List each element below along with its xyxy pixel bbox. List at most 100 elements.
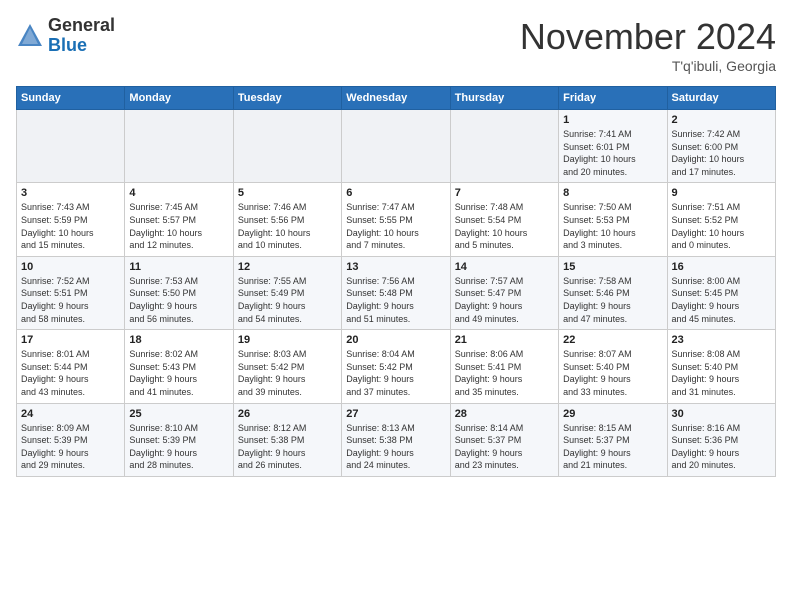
day-info: Sunrise: 8:00 AM Sunset: 5:45 PM Dayligh…	[672, 275, 771, 325]
day-info: Sunrise: 8:03 AM Sunset: 5:42 PM Dayligh…	[238, 348, 337, 398]
logo-text: General Blue	[48, 16, 115, 56]
calendar-day: 28 Sunrise: 8:14 AM Sunset: 5:37 PM Dayli…	[450, 403, 558, 476]
day-info: Sunrise: 7:56 AM Sunset: 5:48 PM Dayligh…	[346, 275, 445, 325]
day-info: Sunrise: 7:45 AM Sunset: 5:57 PM Dayligh…	[129, 201, 228, 251]
day-number: 14	[455, 261, 554, 273]
calendar-day: 11Sunrise: 7:53 AM Sunset: 5:50 PM Dayli…	[125, 256, 233, 329]
weekday-header-friday: Friday	[559, 87, 667, 110]
day-info: Sunrise: 8:08 AM Sunset: 5:40 PM Dayligh…	[672, 348, 771, 398]
title-block: November 2024 T'q'ibuli, Georgia	[520, 16, 776, 74]
day-info: Sunrise: 8:12 AM Sunset: 5:38 PM Dayligh…	[238, 422, 337, 472]
day-info: Sunrise: 8:14 AM Sunset: 5:37 PM Dayligh…	[455, 422, 554, 472]
weekday-header-saturday: Saturday	[667, 87, 775, 110]
day-number: 8	[563, 187, 662, 199]
calendar-day: 15 Sunrise: 7:58 AM Sunset: 5:46 PM Dayli…	[559, 256, 667, 329]
logo-blue: Blue	[48, 36, 115, 56]
calendar-day	[342, 110, 450, 183]
day-number: 5	[238, 187, 337, 199]
calendar-body: 1 Sunrise: 7:41 AM Sunset: 6:01 PM Daylig…	[17, 110, 776, 477]
calendar-day: 8 Sunrise: 7:50 AM Sunset: 5:53 PM Daylig…	[559, 183, 667, 256]
calendar-week-1: 1 Sunrise: 7:41 AM Sunset: 6:01 PM Daylig…	[17, 110, 776, 183]
calendar-day: 4 Sunrise: 7:45 AM Sunset: 5:57 PM Daylig…	[125, 183, 233, 256]
weekday-header-tuesday: Tuesday	[233, 87, 341, 110]
calendar-day: 30Sunrise: 8:16 AM Sunset: 5:36 PM Dayli…	[667, 403, 775, 476]
day-number: 10	[21, 261, 120, 273]
day-number: 12	[238, 261, 337, 273]
day-number: 27	[346, 408, 445, 420]
day-number: 6	[346, 187, 445, 199]
calendar-day: 21Sunrise: 8:06 AM Sunset: 5:41 PM Dayli…	[450, 330, 558, 403]
calendar-day: 3 Sunrise: 7:43 AM Sunset: 5:59 PM Daylig…	[17, 183, 125, 256]
day-number: 25	[129, 408, 228, 420]
calendar-day	[125, 110, 233, 183]
day-info: Sunrise: 7:46 AM Sunset: 5:56 PM Dayligh…	[238, 201, 337, 251]
day-info: Sunrise: 8:07 AM Sunset: 5:40 PM Dayligh…	[563, 348, 662, 398]
day-info: Sunrise: 7:58 AM Sunset: 5:46 PM Dayligh…	[563, 275, 662, 325]
logo-icon	[16, 22, 44, 50]
day-number: 20	[346, 334, 445, 346]
day-info: Sunrise: 8:04 AM Sunset: 5:42 PM Dayligh…	[346, 348, 445, 398]
day-info: Sunrise: 7:50 AM Sunset: 5:53 PM Dayligh…	[563, 201, 662, 251]
logo: General Blue	[16, 16, 115, 56]
day-number: 30	[672, 408, 771, 420]
day-number: 16	[672, 261, 771, 273]
day-number: 18	[129, 334, 228, 346]
day-number: 23	[672, 334, 771, 346]
calendar-day: 10 Sunrise: 7:52 AM Sunset: 5:51 PM Dayli…	[17, 256, 125, 329]
calendar-day: 23 Sunrise: 8:08 AM Sunset: 5:40 PM Dayli…	[667, 330, 775, 403]
day-info: Sunrise: 7:43 AM Sunset: 5:59 PM Dayligh…	[21, 201, 120, 251]
calendar-day: 2Sunrise: 7:42 AM Sunset: 6:00 PM Daylig…	[667, 110, 775, 183]
day-number: 24	[21, 408, 120, 420]
calendar-week-4: 17 Sunrise: 8:01 AM Sunset: 5:44 PM Dayli…	[17, 330, 776, 403]
calendar-day: 18 Sunrise: 8:02 AM Sunset: 5:43 PM Dayli…	[125, 330, 233, 403]
month-title: November 2024	[520, 16, 776, 58]
day-number: 2	[672, 114, 771, 126]
day-number: 28	[455, 408, 554, 420]
day-number: 9	[672, 187, 771, 199]
weekday-header-sunday: Sunday	[17, 87, 125, 110]
calendar-day: 19Sunrise: 8:03 AM Sunset: 5:42 PM Dayli…	[233, 330, 341, 403]
calendar-day: 1 Sunrise: 7:41 AM Sunset: 6:01 PM Daylig…	[559, 110, 667, 183]
day-info: Sunrise: 7:52 AM Sunset: 5:51 PM Dayligh…	[21, 275, 120, 325]
day-info: Sunrise: 8:15 AM Sunset: 5:37 PM Dayligh…	[563, 422, 662, 472]
day-info: Sunrise: 7:57 AM Sunset: 5:47 PM Dayligh…	[455, 275, 554, 325]
day-number: 21	[455, 334, 554, 346]
day-number: 1	[563, 114, 662, 126]
day-number: 7	[455, 187, 554, 199]
day-number: 17	[21, 334, 120, 346]
day-number: 26	[238, 408, 337, 420]
day-number: 29	[563, 408, 662, 420]
calendar-day	[17, 110, 125, 183]
day-number: 15	[563, 261, 662, 273]
calendar-day: 12 Sunrise: 7:55 AM Sunset: 5:49 PM Dayli…	[233, 256, 341, 329]
calendar-week-5: 24 Sunrise: 8:09 AM Sunset: 5:39 PM Dayli…	[17, 403, 776, 476]
calendar-day: 27 Sunrise: 8:13 AM Sunset: 5:38 PM Dayli…	[342, 403, 450, 476]
page-header: General Blue November 2024 T'q'ibuli, Ge…	[16, 16, 776, 74]
weekday-header-thursday: Thursday	[450, 87, 558, 110]
day-number: 3	[21, 187, 120, 199]
calendar-week-3: 10 Sunrise: 7:52 AM Sunset: 5:51 PM Dayli…	[17, 256, 776, 329]
calendar-week-2: 3 Sunrise: 7:43 AM Sunset: 5:59 PM Daylig…	[17, 183, 776, 256]
calendar-day: 22Sunrise: 8:07 AM Sunset: 5:40 PM Dayli…	[559, 330, 667, 403]
day-number: 13	[346, 261, 445, 273]
day-info: Sunrise: 7:53 AM Sunset: 5:50 PM Dayligh…	[129, 275, 228, 325]
calendar-day: 17 Sunrise: 8:01 AM Sunset: 5:44 PM Dayli…	[17, 330, 125, 403]
day-info: Sunrise: 7:41 AM Sunset: 6:01 PM Dayligh…	[563, 128, 662, 178]
day-info: Sunrise: 8:01 AM Sunset: 5:44 PM Dayligh…	[21, 348, 120, 398]
calendar-day: 14 Sunrise: 7:57 AM Sunset: 5:47 PM Dayli…	[450, 256, 558, 329]
calendar-header: SundayMondayTuesdayWednesdayThursdayFrid…	[17, 87, 776, 110]
calendar-day: 29 Sunrise: 8:15 AM Sunset: 5:37 PM Dayli…	[559, 403, 667, 476]
day-number: 4	[129, 187, 228, 199]
day-info: Sunrise: 7:51 AM Sunset: 5:52 PM Dayligh…	[672, 201, 771, 251]
logo-general: General	[48, 16, 115, 36]
calendar-day: 6 Sunrise: 7:47 AM Sunset: 5:55 PM Daylig…	[342, 183, 450, 256]
day-info: Sunrise: 7:55 AM Sunset: 5:49 PM Dayligh…	[238, 275, 337, 325]
day-info: Sunrise: 8:13 AM Sunset: 5:38 PM Dayligh…	[346, 422, 445, 472]
location: T'q'ibuli, Georgia	[520, 58, 776, 74]
calendar-day: 26 Sunrise: 8:12 AM Sunset: 5:38 PM Dayli…	[233, 403, 341, 476]
weekday-header-monday: Monday	[125, 87, 233, 110]
calendar-day	[233, 110, 341, 183]
day-info: Sunrise: 7:47 AM Sunset: 5:55 PM Dayligh…	[346, 201, 445, 251]
day-info: Sunrise: 8:09 AM Sunset: 5:39 PM Dayligh…	[21, 422, 120, 472]
day-info: Sunrise: 8:02 AM Sunset: 5:43 PM Dayligh…	[129, 348, 228, 398]
